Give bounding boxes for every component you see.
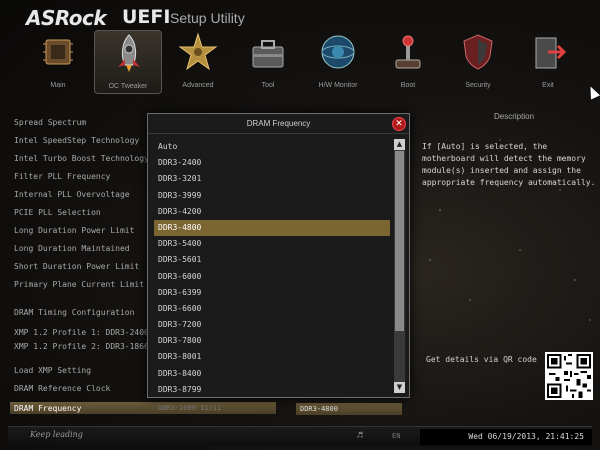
main-tab-bar: Main OC Tweaker Advanced Tool H/W Monito… <box>0 30 600 96</box>
dialog-title: DRAM Frequency <box>148 114 409 134</box>
tab-label: Main <box>50 82 66 89</box>
frequency-option-list: Auto DDR3-2400 DDR3-3201 DDR3-3999 DDR3-… <box>154 139 390 398</box>
menu-item-dram-frequency[interactable]: DRAM Frequency <box>10 402 276 414</box>
joystick-icon <box>395 35 421 69</box>
qr-code <box>545 352 593 400</box>
menu-item-pcie-pll[interactable]: PCIE PLL Selection <box>14 208 101 217</box>
tab-label: Boot <box>400 82 416 89</box>
tab-label: OC Tweaker <box>108 83 148 90</box>
star-icon <box>178 32 218 71</box>
asrock-logo: ASRock <box>26 6 107 30</box>
close-icon[interactable]: ✕ <box>392 117 406 131</box>
menu-item-dram-ref-clock[interactable]: DRAM Reference Clock <box>14 384 110 393</box>
option-ddr3-7800[interactable]: DDR3-7800 <box>154 333 390 349</box>
option-ddr3-3999[interactable]: DDR3-3999 <box>154 188 390 204</box>
menu-item-long-maintained[interactable]: Long Duration Maintained <box>14 244 130 253</box>
rocket-icon <box>118 34 140 72</box>
language-button[interactable]: EN <box>392 432 400 440</box>
tab-exit[interactable]: Exit <box>514 30 582 94</box>
keep-leading-signature: Keep leading <box>30 430 83 439</box>
menu-item-internal-pll[interactable]: Internal PLL Overvoltage <box>14 190 130 199</box>
tab-label: Exit <box>542 82 554 89</box>
option-ddr3-8001[interactable]: DDR3-8001 <box>154 349 390 365</box>
exit-door-icon <box>535 37 567 69</box>
description-text: If [Auto] is selected, the motherboard w… <box>422 142 596 187</box>
option-ddr3-6399[interactable]: DDR3-6399 <box>154 285 390 301</box>
tab-main[interactable]: Main <box>24 30 92 94</box>
option-ddr3-4200[interactable]: DDR3-4200 <box>154 204 390 220</box>
shield-icon <box>463 34 493 70</box>
datetime-display: Wed 06/19/2013, 21:41:25 <box>420 429 592 445</box>
menu-item-turbo-boost[interactable]: Intel Turbo Boost Technology <box>14 154 149 163</box>
option-ddr3-5601[interactable]: DDR3-5601 <box>154 252 390 268</box>
monitor-globe-icon <box>321 35 355 69</box>
option-ddr3-2400[interactable]: DDR3-2400 <box>154 155 390 171</box>
scrollbar-thumb[interactable] <box>395 151 404 331</box>
tab-label: Advanced <box>182 82 214 89</box>
dram-frequency-dialog: DRAM Frequency ✕ Auto DDR3-2400 DDR3-320… <box>147 113 410 398</box>
tab-label: Security <box>465 82 491 89</box>
tab-label: Tool <box>261 82 275 89</box>
option-ddr3-8799[interactable]: DDR3-8799 <box>154 382 390 398</box>
qr-label: Get details via QR code <box>426 355 537 364</box>
menu-item-load-xmp[interactable]: Load XMP Setting <box>14 366 91 375</box>
uefi-title: UEFI <box>122 6 171 28</box>
tab-boot[interactable]: Boot <box>374 30 442 94</box>
menu-item-xmp-profile-1: XMP 1.2 Profile 1: DDR3-2400 <box>14 328 149 337</box>
tab-hw-monitor[interactable]: H/W Monitor <box>304 30 372 94</box>
option-scrollbar[interactable]: ▲ ▼ <box>394 139 405 393</box>
menu-item-primary-current[interactable]: Primary Plane Current Limit <box>14 280 144 289</box>
speaker-icon[interactable]: ♬ <box>352 431 368 443</box>
menu-item-filter-pll[interactable]: Filter PLL Frequency <box>14 172 110 181</box>
tab-tool[interactable]: Tool <box>234 30 302 94</box>
menu-item-xmp-profile-2: XMP 1.2 Profile 2: DDR3-1866 <box>14 342 149 351</box>
menu-item-short-power-limit[interactable]: Short Duration Power Limit <box>14 262 139 271</box>
option-auto[interactable]: Auto <box>154 139 390 155</box>
option-ddr3-4800[interactable]: DDR3-4800 <box>154 219 390 237</box>
option-ddr3-8400[interactable]: DDR3-8400 <box>154 366 390 382</box>
option-ddr3-6000[interactable]: DDR3-6000 <box>154 269 390 285</box>
tab-oc-tweaker[interactable]: OC Tweaker <box>94 30 162 94</box>
dram-frequency-value[interactable]: DDR3-4800 <box>296 403 402 415</box>
description-title: Description <box>494 112 535 121</box>
menu-item-dram-timing[interactable]: DRAM Timing Configuration <box>14 308 134 317</box>
tab-label: H/W Monitor <box>318 82 358 89</box>
scroll-down-icon[interactable]: ▼ <box>394 382 405 393</box>
scroll-up-icon[interactable]: ▲ <box>394 139 405 150</box>
menu-item-long-power-limit[interactable]: Long Duration Power Limit <box>14 226 134 235</box>
tab-security[interactable]: Security <box>444 30 512 94</box>
option-ddr3-3201[interactable]: DDR3-3201 <box>154 171 390 187</box>
qr-code-icon <box>547 354 591 398</box>
menu-item-spread-spectrum[interactable]: Spread Spectrum <box>14 118 86 127</box>
menu-item-speedstep[interactable]: Intel SpeedStep Technology <box>14 136 139 145</box>
setup-utility-title: Setup Utility <box>170 10 245 26</box>
main-icon <box>43 39 73 65</box>
option-ddr3-6600[interactable]: DDR3-6600 <box>154 301 390 317</box>
toolbox-icon <box>252 40 284 68</box>
option-ddr3-7200[interactable]: DDR3-7200 <box>154 317 390 333</box>
option-ddr3-5400[interactable]: DDR3-5400 <box>154 236 390 252</box>
tab-advanced[interactable]: Advanced <box>164 30 232 94</box>
dram-frequency-hint: DDR3-1600 11/11 <box>158 404 222 412</box>
